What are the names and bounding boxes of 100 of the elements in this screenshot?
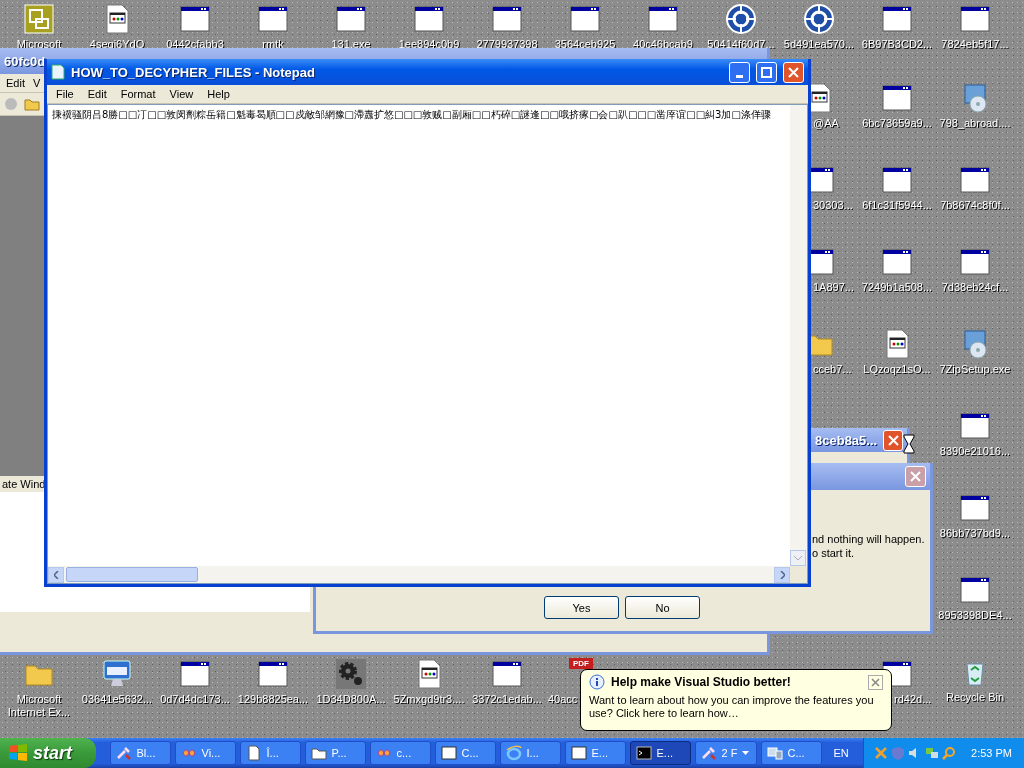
window-icon[interactable] <box>257 658 289 690</box>
minimize-button[interactable] <box>729 61 750 83</box>
menu-item[interactable]: Format <box>113 87 163 101</box>
icon-label: cceb7... <box>813 363 852 376</box>
window-icon[interactable] <box>413 3 445 35</box>
dialog-button[interactable]: No <box>625 596 700 619</box>
language-indicator[interactable]: EN <box>833 747 864 759</box>
icon-label: rd42d... <box>894 693 932 706</box>
menu-item[interactable]: Help <box>200 87 237 101</box>
window-icon[interactable] <box>959 164 991 196</box>
taskbar-button[interactable]: C... <box>760 741 822 765</box>
icon-label: 0442cfabb3 <box>165 38 225 51</box>
size-grip[interactable] <box>790 566 807 583</box>
notepad-icon <box>51 64 65 80</box>
scroll-right-button[interactable] <box>774 566 790 583</box>
window-icon[interactable] <box>257 3 289 35</box>
taskbar-button[interactable]: E... <box>629 741 691 765</box>
icon-label: Microsoft Internet Ex... <box>6 693 72 719</box>
scroll-thumb[interactable] <box>66 567 198 582</box>
window-title: 8ceb8a5... <box>814 432 878 448</box>
window-icon[interactable] <box>491 658 523 690</box>
tools-icon <box>115 745 132 761</box>
icon-label: 7824eb5f17... <box>940 38 1010 51</box>
window-icon[interactable] <box>881 164 913 196</box>
clock: 2:53 PM <box>971 747 1012 759</box>
maximize-button[interactable] <box>756 61 777 83</box>
taskbar-button[interactable]: E... <box>564 741 626 765</box>
window-icon[interactable] <box>811 164 835 196</box>
circle-arrows-icon[interactable] <box>803 3 835 35</box>
office-icon[interactable] <box>23 3 55 35</box>
start-button[interactable]: start <box>0 738 96 768</box>
close-icon <box>887 434 899 446</box>
window-icon[interactable] <box>569 3 601 35</box>
document-icon <box>245 745 262 761</box>
taskbar-button[interactable]: Vi... <box>174 741 236 765</box>
window-icon[interactable] <box>811 246 835 278</box>
icon-label: 6bc73659a9... <box>861 117 933 130</box>
computer-icon <box>766 745 783 761</box>
hourglass-cursor-icon <box>903 434 915 454</box>
icon-label: 7d38eb24cf... <box>940 281 1010 294</box>
icon-label: LQzoqz1sO... <box>862 363 932 376</box>
window-icon[interactable] <box>959 246 991 278</box>
info-icon <box>589 674 605 690</box>
icon-label: 798_abroad.... <box>938 117 1012 130</box>
balloon-title: Help make Visual Studio better! <box>611 675 792 689</box>
taskbar-button[interactable]: I... <box>499 741 561 765</box>
circle-arrows-icon[interactable] <box>725 3 757 35</box>
balloon-text: Want to learn about how you can improve the features you use? Click here to learn how… <box>589 694 875 720</box>
window-icon[interactable] <box>179 3 211 35</box>
close-button[interactable] <box>868 674 883 690</box>
dialog-button[interactable]: Yes <box>544 596 619 619</box>
window-icon[interactable] <box>179 658 211 690</box>
icon-label: 40acc <box>548 693 578 706</box>
taskbar-button[interactable]: 2 F <box>694 741 757 765</box>
icon-label: 129b8825ea... <box>236 693 310 706</box>
window-icon[interactable] <box>881 246 913 278</box>
close-icon <box>910 471 921 482</box>
window-icon <box>440 745 457 761</box>
pdf-icon[interactable]: PDF <box>569 658 601 690</box>
window-icon[interactable] <box>491 3 523 35</box>
taskbar-button[interactable]: Bl... <box>109 741 171 765</box>
pdf-badge: PDF <box>569 658 593 669</box>
close-icon <box>788 66 799 78</box>
icon-label: 6B97B3CD2... <box>860 38 934 51</box>
window-icon[interactable] <box>335 3 367 35</box>
window-icon[interactable] <box>959 492 991 524</box>
menu-item[interactable]: Edit <box>2 76 29 90</box>
network-icon[interactable] <box>925 746 940 760</box>
taskbar-button[interactable]: P... <box>304 741 366 765</box>
menu-item[interactable]: File <box>49 87 81 101</box>
window-icon[interactable] <box>881 3 913 35</box>
icon-label: 03641e5632... <box>80 693 154 706</box>
close-icon <box>871 677 880 687</box>
menu-item[interactable]: Edit <box>80 87 114 101</box>
tools-icon <box>700 745 717 761</box>
icon-label: @AA <box>813 117 839 130</box>
icon-label: 1A897... <box>813 281 854 294</box>
window-icon[interactable] <box>959 3 991 35</box>
scroll-left-button[interactable] <box>48 566 64 583</box>
window-icon[interactable] <box>647 3 679 35</box>
menu-item[interactable]: View <box>162 87 201 101</box>
window-icon[interactable] <box>959 410 991 442</box>
window-icon[interactable] <box>959 574 991 606</box>
notification-balloon[interactable]: Help make Visual Studio better! Want to learn about how you can improve the features you use? Click here to learn how… <box>580 669 892 731</box>
icon-label: 8953398DE4... <box>937 609 1013 622</box>
taskbar-button[interactable]: c... <box>369 741 431 765</box>
taskbar-button[interactable]: Î... <box>239 741 301 765</box>
menu-item[interactable]: V <box>28 76 45 90</box>
icon-label: 7249b1a508... <box>860 281 934 294</box>
icon-label: 131.exe <box>330 38 372 51</box>
window-icon[interactable] <box>881 82 913 114</box>
dialog-text: nd nothing will happen. <box>812 532 926 546</box>
icon-label: Microsoft <box>15 38 63 51</box>
taskbar-button[interactable]: C... <box>434 741 496 765</box>
icon-label: 3564ceb925 <box>553 38 617 51</box>
icon-label: 7b8674c8f0f... <box>939 199 1011 212</box>
icon-label: 7ZipSetup.exe <box>938 363 1012 376</box>
maximize-icon <box>761 66 772 78</box>
gear-icon[interactable] <box>335 658 367 690</box>
icon-label: 1D34D800A... <box>315 693 387 706</box>
